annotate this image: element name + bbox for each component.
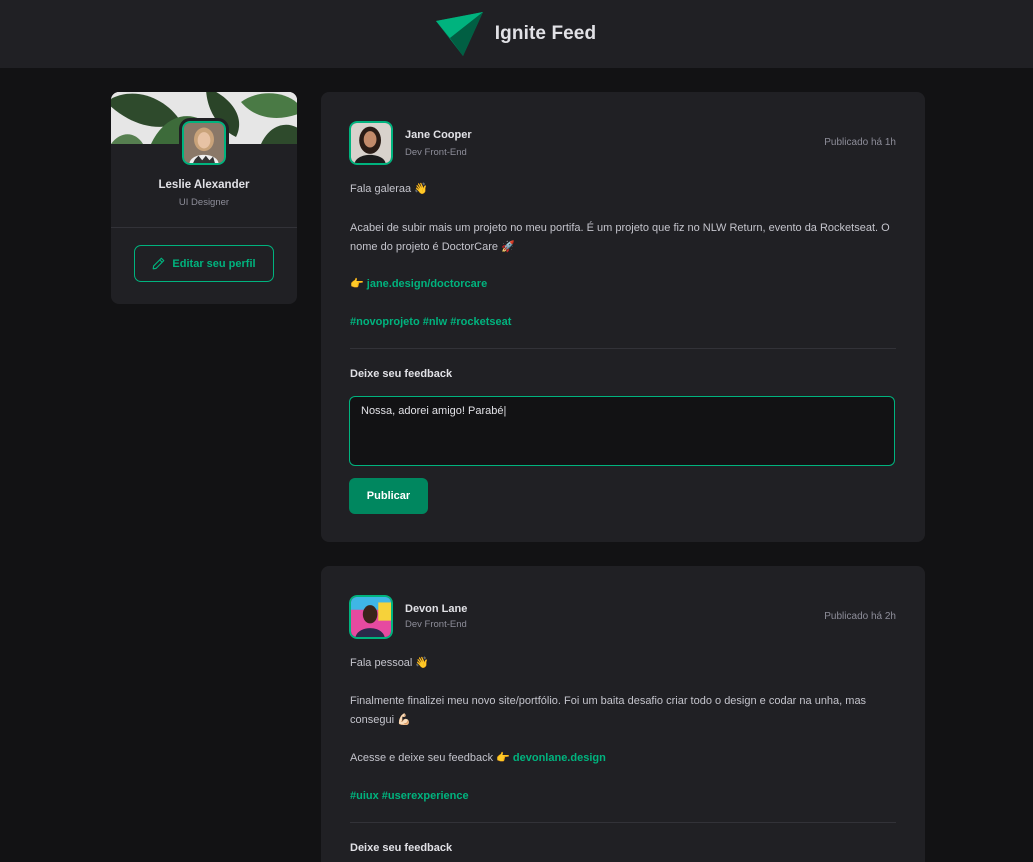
profile-sidebar: Leslie Alexander UI Designer Editar seu … [111,92,297,304]
profile-avatar[interactable] [179,118,229,168]
edit-profile-button[interactable]: Editar seu perfil [134,245,274,282]
app-title: Ignite Feed [494,23,597,44]
post-author-role: Dev Front-End [405,147,467,158]
post-published-time: Publicado há 1h [824,137,896,148]
divider [350,348,896,349]
edit-profile-label: Editar seu perfil [172,257,256,270]
post-greeting: Fala galeraa 👋 [350,183,428,195]
post-body: Acabei de subir mais um projeto no meu p… [350,222,890,253]
post-greeting: Fala pessoal 👋 [350,657,430,669]
post-author-name[interactable]: Devon Lane [405,603,467,615]
divider [111,227,297,228]
pencil-icon [153,257,165,270]
author-avatar[interactable] [346,592,396,642]
post-body: Finalmente finalizei meu novo site/portf… [350,695,867,726]
post-link[interactable]: devonlane.design [513,752,606,764]
feedback-title: Deixe seu feedback [350,368,453,380]
author-avatar[interactable] [346,118,396,168]
link-prefix: 👉 [350,278,367,290]
post-published-time: Publicado há 2h [824,611,896,622]
post-author-role: Dev Front-End [405,619,467,630]
comment-input[interactable]: Nossa, adorei amigo! Parabé| [349,396,895,466]
divider [350,822,896,823]
publish-button[interactable]: Publicar [349,478,428,514]
post-card: Jane Cooper Dev Front-End Publicado há 1… [321,92,925,542]
post-card: Devon Lane Dev Front-End Publicado há 2h… [321,566,925,862]
ignite-logo-icon [435,12,483,56]
post-hashtags[interactable]: #novoprojeto #nlw #rocketseat [350,313,896,332]
profile-role: UI Designer [178,197,230,208]
profile-name: Leslie Alexander [158,179,250,191]
post-link-line: Acesse e deixe seu feedback 👉 devonlane.… [350,749,896,768]
post-author-name[interactable]: Jane Cooper [405,129,472,141]
post-link[interactable]: jane.design/doctorcare [367,278,487,290]
post-link-line: 👉 jane.design/doctorcare [350,275,896,294]
feedback-title: Deixe seu feedback [350,842,453,854]
post-hashtags[interactable]: #uiux #userexperience [350,787,896,806]
logo[interactable]: Ignite Feed [435,12,597,56]
link-prefix: Acesse e deixe seu feedback 👉 [350,752,513,764]
app-header: Ignite Feed [0,0,1033,68]
